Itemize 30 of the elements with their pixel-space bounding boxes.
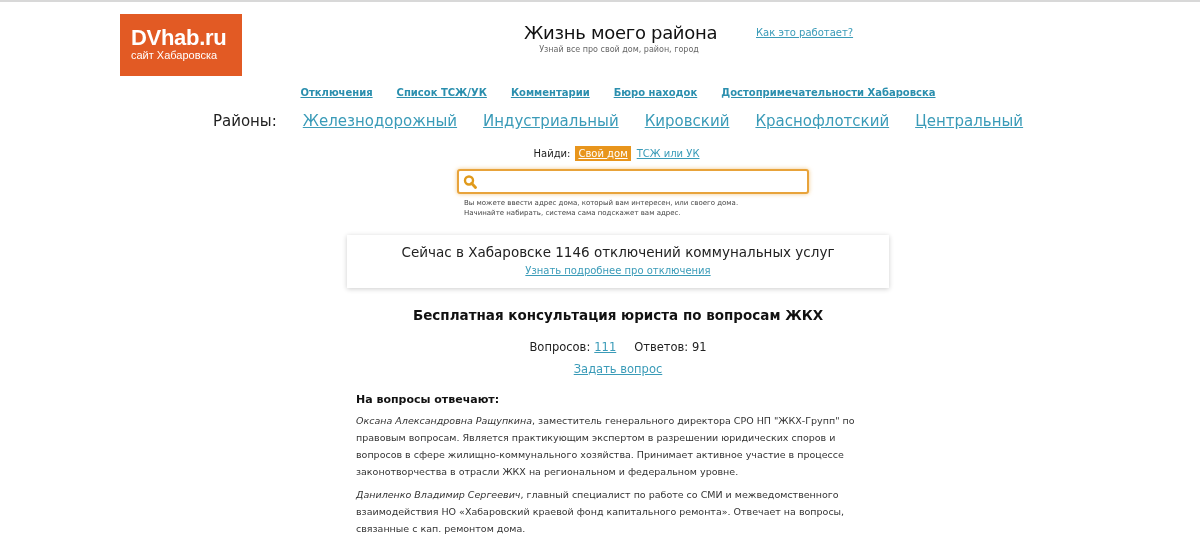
search-field[interactable] — [457, 169, 809, 194]
help-link[interactable]: Как это работает? — [756, 27, 854, 38]
district-link[interactable]: Индустриальный — [483, 112, 619, 130]
nav-link[interactable]: Комментарии — [510, 86, 590, 98]
district-link[interactable]: Железнодорожный — [302, 112, 458, 130]
consultation-title: Бесплатная консультация юриста по вопросам ЖКХ — [411, 307, 825, 323]
nav-link[interactable]: Список ТСЖ/УК — [396, 86, 487, 98]
answers-count: Ответов: 91 — [634, 340, 707, 354]
district-link[interactable]: Краснофлотский — [755, 112, 890, 130]
expert-description: Даниленко Владимир Сергеевич, главный специалист по работе со СМИ и межведомственного взаимодействия НО «Хабаровский краевой фонд капитального ремонта». Отвечает на вопросы, связанные с кап. ремонтом дома. — [356, 488, 846, 536]
search-icon — [463, 174, 477, 189]
district-link[interactable]: Центральный — [915, 112, 1024, 130]
nav-link[interactable]: Достопримечательности Хабаровска — [721, 86, 936, 98]
site-logo[interactable]: DVhab.ru сайт Хабаровска — [120, 14, 242, 76]
nav-link[interactable]: Отключения — [300, 86, 373, 98]
nav-link[interactable]: Бюро находок — [613, 86, 698, 98]
find-label: Найди: — [533, 147, 571, 159]
district-link[interactable]: Кировский — [644, 112, 730, 130]
search-tab[interactable]: ТСЖ или УК — [633, 145, 703, 161]
districts-label: Районы: — [212, 112, 277, 130]
questions-label: Вопросов: — [529, 340, 591, 354]
search-tab[interactable]: Свой дом — [575, 145, 631, 161]
experts-title: На вопросы отвечают: — [356, 392, 501, 408]
site-subtitle: Узнай все про свой дом, район, город — [538, 44, 700, 56]
ask-question-link[interactable]: Задать вопрос — [573, 362, 663, 376]
outage-link[interactable]: Узнать подробнее про отключения — [525, 265, 711, 276]
questions-count-link[interactable]: 111 — [594, 340, 617, 354]
outage-text: Сейчас в Хабаровске 1146 отключений коммунальных услуг — [401, 243, 835, 262]
site-title: Жизнь моего района — [524, 22, 714, 44]
expert-description: Оксана Александровна Ращупкина, заместитель генерального директора СРО НП "ЖКХ-Групп" по правовым вопросам. Является практикующим экспертом в разрешении юридических споров и вопросов в сфере жилищно-коммунального хозяйства. Принимает активное участие в процессе законотворчества в отрасли ЖКХ на региональном и федеральном уровне. — [356, 414, 856, 479]
